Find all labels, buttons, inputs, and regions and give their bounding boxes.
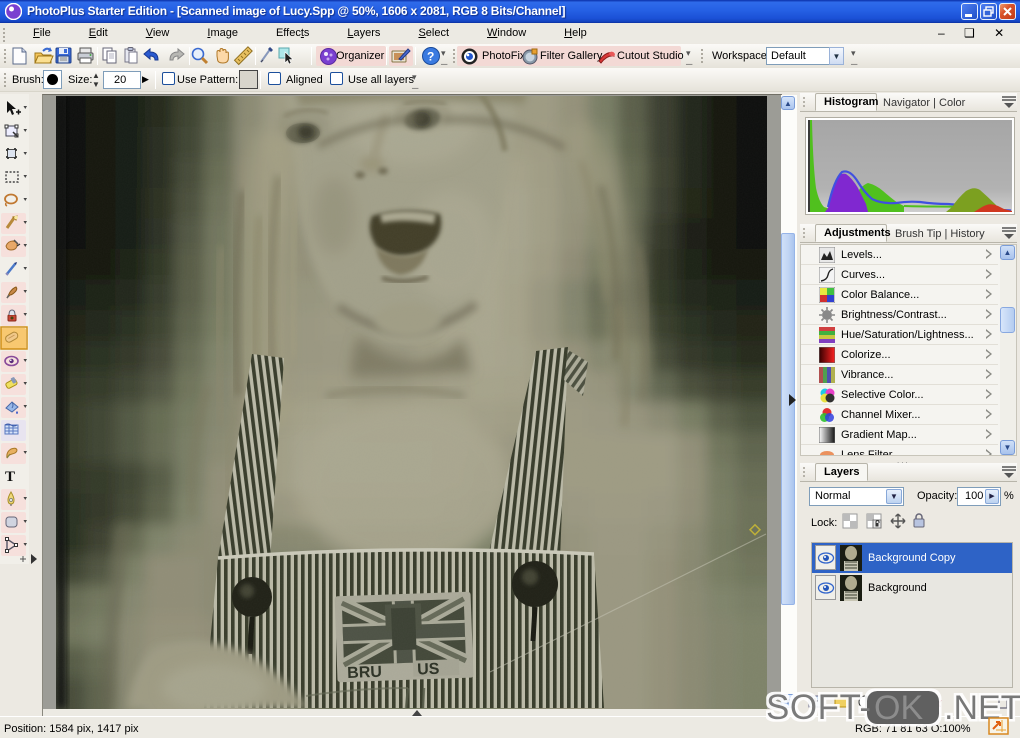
svg-text:T: T [5,469,15,485]
svg-text:OK: OK [874,689,923,727]
svg-text:?: ? [427,50,434,64]
svg-text:SOFT-: SOFT- [766,688,872,727]
